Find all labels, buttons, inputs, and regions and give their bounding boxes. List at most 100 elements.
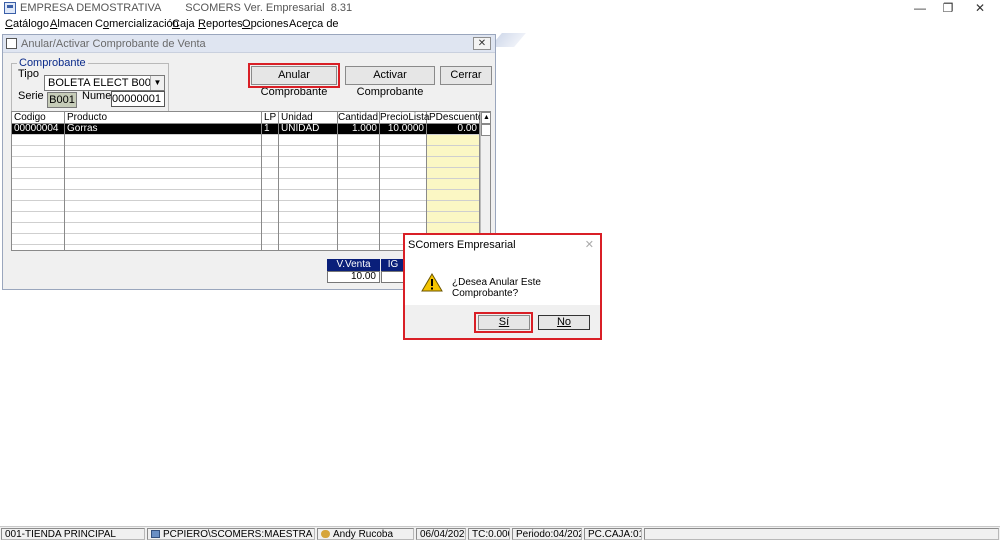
db-status-text: PCPIERO\SCOMERS:MAESTRA bbox=[163, 529, 313, 540]
grid-cell bbox=[262, 146, 279, 157]
table-row[interactable] bbox=[12, 190, 480, 201]
col-lp[interactable]: LP bbox=[262, 112, 279, 124]
dialog-title: SComers Empresarial bbox=[408, 239, 516, 251]
app-title: EMPRESA DEMOSTRATIVA SCOMERS Ver. Empres… bbox=[20, 2, 353, 14]
grid-cell bbox=[380, 201, 427, 212]
grid-cell bbox=[279, 146, 338, 157]
grid-cell bbox=[338, 135, 380, 146]
grid-cell bbox=[380, 135, 427, 146]
store-status: 001-TIENDA PRINCIPAL bbox=[1, 528, 145, 540]
grid-cell bbox=[262, 168, 279, 179]
grid-cell bbox=[262, 179, 279, 190]
grid-cell bbox=[12, 168, 65, 179]
grid-cell bbox=[65, 179, 262, 190]
tipo-select[interactable]: BOLETA ELECT B001 ▼ bbox=[44, 75, 165, 91]
grid-cell bbox=[380, 179, 427, 190]
table-row[interactable]: 00000004 Gorras 1 UNIDAD 1.000 10.0000 0… bbox=[12, 124, 480, 135]
table-row[interactable] bbox=[12, 168, 480, 179]
grid-cell bbox=[338, 201, 380, 212]
scroll-up-icon[interactable]: ▲ bbox=[481, 112, 490, 124]
grid-scrollbar[interactable]: ▲ bbox=[480, 112, 490, 250]
menu-reportes[interactable]: Reportes bbox=[198, 18, 243, 30]
database-icon bbox=[151, 530, 160, 538]
menu-almacen[interactable]: Almacen bbox=[50, 18, 93, 30]
no-button[interactable]: No bbox=[538, 315, 590, 330]
grid-cell bbox=[338, 146, 380, 157]
grid-cell bbox=[427, 179, 480, 190]
numero-input[interactable]: 00000001 bbox=[111, 91, 165, 107]
col-cantidad[interactable]: Cantidad bbox=[338, 112, 380, 124]
grid-cell bbox=[427, 201, 480, 212]
grid-cell bbox=[427, 168, 480, 179]
close-icon[interactable]: ✕ bbox=[962, 0, 998, 17]
col-unidad[interactable]: Unidad bbox=[279, 112, 338, 124]
grid-cell bbox=[12, 212, 65, 223]
cerrar-button[interactable]: Cerrar bbox=[440, 66, 492, 85]
table-row[interactable] bbox=[12, 212, 480, 223]
activar-comprobante-button[interactable]: Activar Comprobante bbox=[345, 66, 435, 98]
col-preciolista[interactable]: PrecioLista bbox=[380, 112, 429, 124]
grid-cell bbox=[65, 135, 262, 146]
grid-cell bbox=[279, 223, 338, 234]
cell-unidad: UNIDAD bbox=[279, 124, 338, 135]
grid-cell bbox=[338, 190, 380, 201]
serie-field[interactable]: B001 bbox=[47, 92, 77, 108]
window-icon bbox=[6, 38, 17, 49]
grid-header: Codigo Producto LP Unidad Cantidad Preci… bbox=[12, 112, 490, 124]
grid-cell bbox=[380, 157, 427, 168]
menu-catalogo[interactable]: Catálogo bbox=[5, 18, 49, 30]
caja-status: PC.CAJA:01 bbox=[584, 528, 642, 540]
menu-caja[interactable]: Caja bbox=[172, 18, 195, 30]
grid-cell bbox=[65, 190, 262, 201]
grid-cell bbox=[65, 157, 262, 168]
col-pdescuento[interactable]: PDescuento bbox=[427, 112, 483, 124]
grid-cell bbox=[262, 223, 279, 234]
table-row[interactable] bbox=[12, 201, 480, 212]
scroll-thumb[interactable] bbox=[481, 124, 490, 136]
grid-cell bbox=[12, 234, 65, 245]
table-row[interactable] bbox=[12, 179, 480, 190]
grid-cell bbox=[279, 168, 338, 179]
grid-cell bbox=[380, 190, 427, 201]
close-icon[interactable]: ✕ bbox=[473, 37, 491, 50]
restore-icon[interactable]: ❐ bbox=[930, 0, 966, 17]
grid-cell bbox=[12, 146, 65, 157]
grid-cell bbox=[279, 135, 338, 146]
grid-cell bbox=[262, 201, 279, 212]
menu-comercializacion[interactable]: Comercialización bbox=[95, 18, 179, 30]
grid-cell bbox=[12, 201, 65, 212]
col-producto[interactable]: Producto bbox=[65, 112, 262, 124]
v-venta-header: V.Venta bbox=[327, 259, 380, 271]
grid-cell bbox=[12, 190, 65, 201]
grid-cell bbox=[65, 168, 262, 179]
grid-cell bbox=[279, 201, 338, 212]
table-row[interactable] bbox=[12, 157, 480, 168]
grid-cell bbox=[427, 146, 480, 157]
table-row[interactable] bbox=[12, 146, 480, 157]
child-window-title: Anular/Activar Comprobante de Venta bbox=[21, 38, 206, 50]
ig-header: IG bbox=[381, 259, 405, 271]
dialog-message: ¿Desea Anular Este Comprobante? bbox=[452, 277, 541, 299]
grid-cell bbox=[380, 146, 427, 157]
grid-cell bbox=[427, 212, 480, 223]
menu-opciones[interactable]: Opciones bbox=[242, 18, 288, 30]
grid-cell bbox=[65, 245, 262, 250]
serie-label: Serie bbox=[18, 90, 44, 102]
app-icon bbox=[4, 2, 16, 14]
app-title-bar: EMPRESA DEMOSTRATIVA SCOMERS Ver. Empres… bbox=[0, 0, 1000, 17]
cell-producto: Gorras bbox=[65, 124, 262, 135]
grid-cell bbox=[427, 135, 480, 146]
table-row[interactable] bbox=[12, 135, 480, 146]
menu-acerca-de[interactable]: Acerca de bbox=[289, 18, 339, 30]
grid-cell bbox=[262, 190, 279, 201]
close-icon[interactable]: ✕ bbox=[585, 238, 594, 251]
grid-cell bbox=[380, 168, 427, 179]
warning-icon bbox=[421, 273, 443, 292]
grid-cell bbox=[279, 234, 338, 245]
dialog-footer: Sí No bbox=[405, 305, 600, 338]
tipo-value: BOLETA ELECT B001 bbox=[48, 77, 158, 89]
grid-cell bbox=[262, 212, 279, 223]
chevron-down-icon[interactable]: ▼ bbox=[150, 76, 164, 90]
grid-cell bbox=[279, 157, 338, 168]
col-codigo[interactable]: Codigo bbox=[12, 112, 65, 124]
